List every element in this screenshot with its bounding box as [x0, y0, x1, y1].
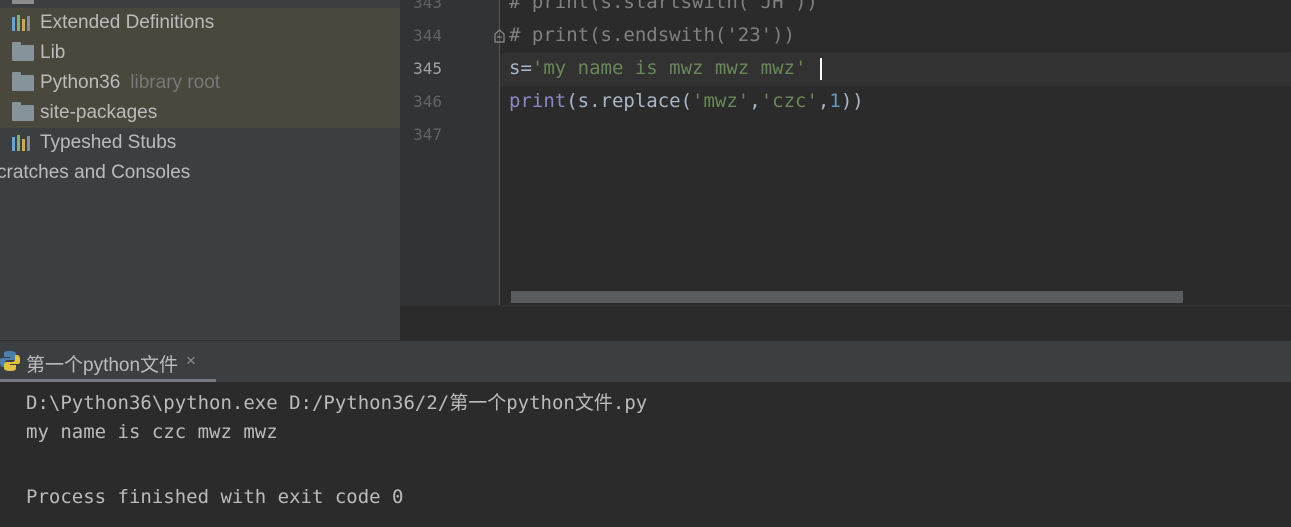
- tree-item-label: Extended Definitions: [40, 12, 215, 33]
- run-tab-label: 第一个python文件: [26, 355, 179, 376]
- code-editor[interactable]: 343 344 345 346 347 # print(s.startswith…: [400, 0, 1291, 341]
- tree-item-extended-definitions[interactable]: Extended Definitions: [0, 8, 400, 38]
- string-literal: 'czc': [760, 90, 818, 112]
- fold-marker-icon[interactable]: [494, 29, 505, 43]
- code-token: s=: [509, 57, 532, 79]
- line-number: 346: [413, 92, 442, 111]
- run-tab[interactable]: 第一个python文件 ×: [0, 341, 216, 383]
- string-literal: 'my name is mwz mwz mwz': [531, 57, 807, 79]
- code-line-344: # print(s.endswith('23')): [509, 24, 795, 46]
- tree-item-label: site-packages: [40, 102, 158, 123]
- string-literal: 'mwz': [692, 90, 750, 112]
- tree-item-label: Typeshed Stubs: [40, 132, 177, 153]
- gutter-separator: [499, 0, 500, 305]
- line-number: 347: [413, 125, 442, 144]
- run-tool-window-header: 第一个python文件 ×: [0, 340, 1291, 383]
- code-token: )): [840, 90, 864, 112]
- console-line: D:\Python36\python.exe D:/Python36/2/第一个…: [26, 392, 648, 414]
- line-number-current: 345: [413, 59, 442, 78]
- code-token: (s.replace(: [566, 90, 693, 112]
- tree-item-label: Python36: [40, 72, 121, 93]
- partial-tree-row: [12, 0, 34, 4]
- text-caret: [820, 58, 822, 80]
- tree-item-typeshed-stubs[interactable]: Typeshed Stubs: [0, 128, 400, 158]
- line-number: 344: [413, 26, 442, 45]
- horizontal-scrollbar-thumb[interactable]: [511, 291, 1183, 303]
- line-number: 343: [413, 0, 442, 12]
- close-icon[interactable]: ×: [186, 351, 196, 371]
- tree-item-python36[interactable]: Python36 library root: [0, 68, 400, 98]
- horizontal-scrollbar-track[interactable]: [400, 305, 1291, 341]
- library-bars-icon: [12, 15, 34, 31]
- folder-icon: [12, 72, 34, 91]
- number-literal: 1: [829, 90, 841, 112]
- code-token: ,: [749, 90, 761, 112]
- library-root-hint: library root: [130, 72, 221, 93]
- folder-icon: [12, 42, 34, 61]
- library-bars-icon: [12, 135, 34, 151]
- code-token: ,: [817, 90, 830, 112]
- console-line: my name is czc mwz mwz: [26, 421, 278, 443]
- builtin-token: print: [509, 90, 567, 112]
- console-line: Process finished with exit code 0: [26, 486, 404, 508]
- tree-item-lib[interactable]: Lib: [0, 38, 400, 68]
- tree-item-label: Lib: [40, 42, 66, 63]
- code-line-345: s='my name is mwz mwz mwz': [509, 52, 806, 85]
- code-line-343: # print(s.startswith('JH')): [509, 0, 818, 13]
- run-console-output[interactable]: D:\Python36\python.exe D:/Python36/2/第一个…: [0, 382, 1291, 527]
- python-icon: [0, 351, 20, 371]
- project-tree-panel: Extended Definitions Lib Python36 library…: [0, 0, 400, 340]
- tree-item-site-packages[interactable]: site-packages: [0, 98, 400, 128]
- tree-item-scratches-and-consoles[interactable]: cratches and Consoles: [0, 158, 400, 188]
- tree-item-label: cratches and Consoles: [0, 162, 191, 183]
- folder-icon: [12, 102, 34, 121]
- code-line-346: print(s.replace('mwz','czc',1)): [509, 85, 864, 118]
